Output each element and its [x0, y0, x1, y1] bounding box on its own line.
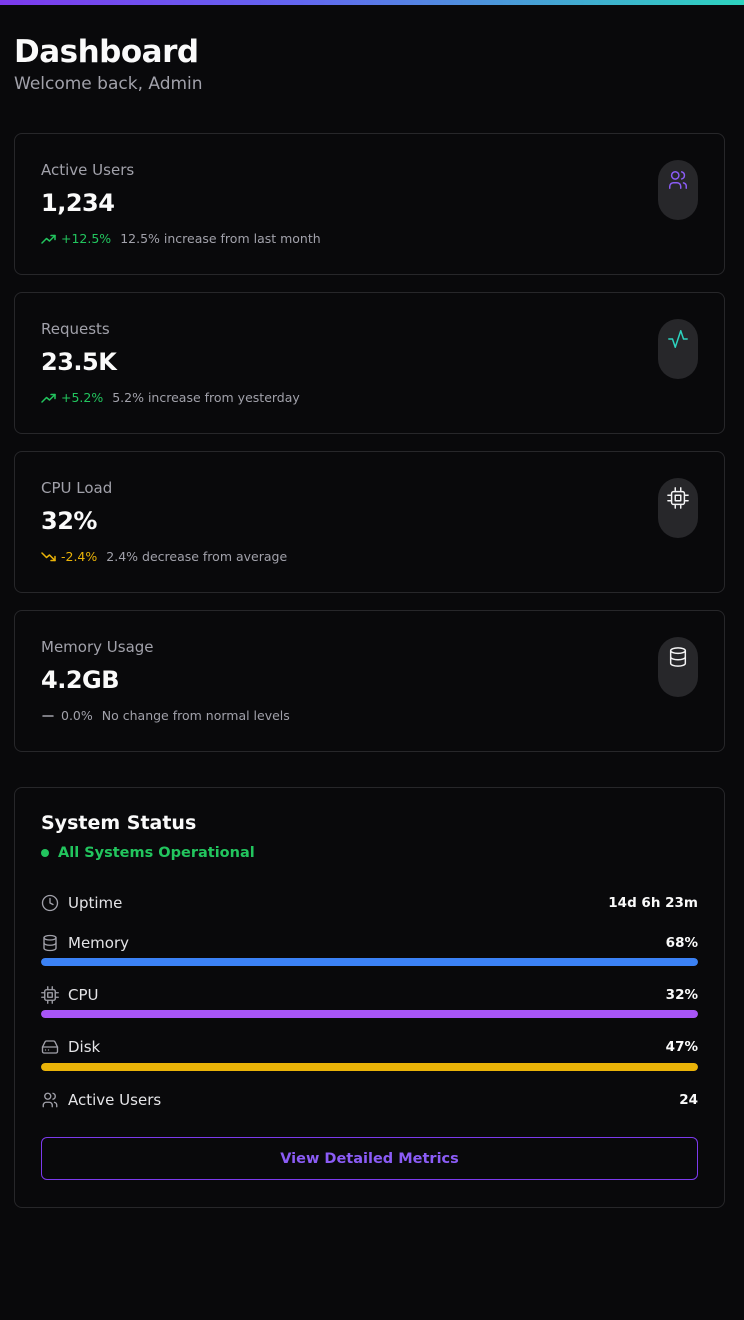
status-text: All Systems Operational: [58, 845, 255, 861]
stat-change: +12.5%: [61, 231, 112, 246]
stat-card-requests[interactable]: Requests 23.5K +5.2% 5.2% increase from …: [14, 292, 725, 434]
users-icon: [41, 1091, 59, 1109]
cpu-progress-fill: [41, 1010, 698, 1018]
stat-value: 23.5K: [41, 348, 117, 376]
status-indicator: All Systems Operational: [41, 845, 255, 861]
row-label: Disk: [68, 1038, 101, 1056]
clock-icon: [41, 894, 59, 912]
row-value: 14d 6h 23m: [608, 895, 698, 911]
database-icon: [667, 646, 689, 672]
stat-card-memory-usage[interactable]: Memory Usage 4.2GB 0.0% No change from n…: [14, 610, 725, 752]
stat-icon-badge: [658, 637, 698, 697]
stat-trend: 0.0% No change from normal levels: [41, 708, 290, 723]
disk-progress-fill: [41, 1063, 698, 1071]
status-row-active-users: Active Users 24: [41, 1089, 698, 1111]
stat-label: Requests: [41, 320, 110, 338]
hard-drive-icon: [41, 1038, 59, 1056]
activity-icon: [667, 328, 689, 354]
stat-label: Active Users: [41, 161, 135, 179]
trending-up-icon: [41, 232, 57, 246]
page-header: Dashboard Welcome back, Admin: [14, 33, 203, 95]
database-icon: [41, 934, 59, 952]
trending-up-icon: [41, 391, 57, 405]
row-label: Memory: [68, 934, 130, 952]
system-status-panel: System Status All Systems Operational Up…: [14, 787, 725, 1208]
stat-description: No change from normal levels: [101, 708, 290, 723]
top-accent-bar: [0, 0, 744, 5]
stat-description: 5.2% increase from yesterday: [112, 390, 300, 405]
stat-trend: -2.4% 2.4% decrease from average: [41, 549, 287, 564]
cpu-icon: [667, 487, 689, 513]
minus-icon: [41, 709, 57, 723]
cpu-icon: [41, 986, 59, 1004]
stat-value: 32%: [41, 507, 97, 535]
view-detailed-metrics-button[interactable]: View Detailed Metrics: [41, 1137, 698, 1180]
system-status-title: System Status: [41, 812, 197, 834]
row-value: 47%: [665, 1039, 698, 1055]
stat-value: 1,234: [41, 189, 115, 217]
status-row-disk: Disk 47%: [41, 1036, 698, 1058]
row-label: Uptime: [68, 894, 123, 912]
memory-progress-fill: [41, 958, 698, 966]
welcome-subtitle: Welcome back, Admin: [14, 74, 203, 94]
stat-change: 0.0%: [61, 708, 93, 723]
users-icon: [667, 169, 689, 195]
row-label: Active Users: [68, 1091, 162, 1109]
memory-progress-bar: [41, 958, 698, 966]
stat-card-active-users[interactable]: Active Users 1,234 +12.5% 12.5% increase…: [14, 133, 725, 275]
stat-trend: +5.2% 5.2% increase from yesterday: [41, 390, 300, 405]
status-row-memory: Memory 68%: [41, 932, 698, 954]
row-value: 32%: [665, 987, 698, 1003]
stat-label: CPU Load: [41, 479, 113, 497]
cpu-progress-bar: [41, 1010, 698, 1018]
disk-progress-bar: [41, 1063, 698, 1071]
trending-down-icon: [41, 550, 57, 564]
stat-label: Memory Usage: [41, 638, 154, 656]
stat-icon-badge: [658, 319, 698, 379]
stat-change: -2.4%: [61, 549, 98, 564]
stat-change: +5.2%: [61, 390, 104, 405]
row-label: CPU: [68, 986, 99, 1004]
stat-card-cpu-load[interactable]: CPU Load 32% -2.4% 2.4% decrease from av…: [14, 451, 725, 593]
stat-icon-badge: [658, 160, 698, 220]
stat-trend: +12.5% 12.5% increase from last month: [41, 231, 321, 246]
status-dot: [41, 849, 49, 857]
row-value: 68%: [665, 935, 698, 951]
status-row-uptime: Uptime 14d 6h 23m: [41, 892, 698, 914]
stat-description: 12.5% increase from last month: [120, 231, 321, 246]
stat-description: 2.4% decrease from average: [106, 549, 288, 564]
status-row-cpu: CPU 32%: [41, 984, 698, 1006]
page-title: Dashboard: [14, 34, 199, 70]
stat-value: 4.2GB: [41, 666, 120, 694]
stat-icon-badge: [658, 478, 698, 538]
row-value: 24: [679, 1092, 698, 1108]
